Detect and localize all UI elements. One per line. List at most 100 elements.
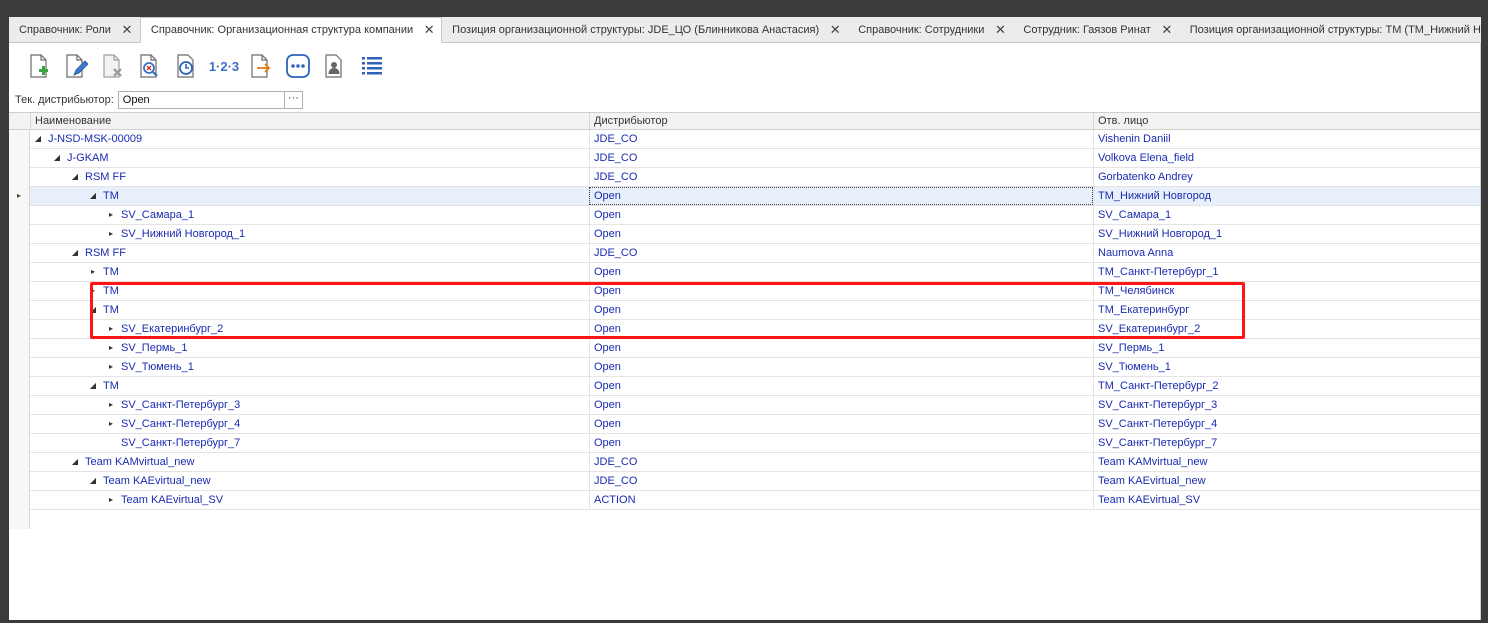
cell-distributor[interactable]: Open [589, 282, 1093, 300]
cell-responsible[interactable]: ТМ_Санкт-Петербург_1 [1093, 263, 1481, 281]
close-icon[interactable]: ✕ [829, 22, 841, 38]
table-row[interactable]: ▸ SV_Санкт-Петербург_3 Open SV_Санкт-Петерб… [30, 396, 1481, 415]
cell-name[interactable]: ◢ Team KAEvirtual_new [30, 472, 589, 490]
table-row[interactable]: ▸ SV_Самара_1 Open SV_Самара_1 [30, 206, 1481, 225]
employee-card-button[interactable] [317, 50, 353, 82]
tab-3[interactable]: Справочник: Сотрудники ✕ [848, 17, 1013, 42]
export-button[interactable] [243, 50, 279, 82]
cell-responsible[interactable]: SV_Тюмень_1 [1093, 358, 1481, 376]
cell-distributor[interactable]: JDE_CO [589, 130, 1093, 148]
cell-responsible[interactable]: ТМ_Санкт-Петербург_2 [1093, 377, 1481, 395]
column-header-name[interactable]: Наименование [30, 113, 589, 130]
cell-distributor[interactable]: JDE_CO [589, 453, 1093, 471]
expand-icon[interactable]: ▸ [87, 282, 99, 300]
expand-icon[interactable]: ▸ [105, 225, 117, 243]
cell-name[interactable]: ◢ Team KAMvirtual_new [30, 453, 589, 471]
cell-name[interactable]: ◢ J-GKAM [30, 149, 589, 167]
collapse-icon[interactable]: ◢ [87, 472, 99, 490]
expand-icon[interactable]: ▸ [105, 358, 117, 376]
cell-responsible[interactable]: SV_Санкт-Петербург_4 [1093, 415, 1481, 433]
close-icon[interactable]: ✕ [121, 22, 133, 38]
cell-name[interactable]: ▸ Team KAEvirtual_SV [30, 491, 589, 509]
table-row[interactable]: ◢ RSM FF JDE_CO Naumova Anna [30, 244, 1481, 263]
table-row[interactable]: ▸ TM Open ТМ_Санкт-Петербург_1 [30, 263, 1481, 282]
cell-responsible[interactable]: SV_Санкт-Петербург_7 [1093, 434, 1481, 452]
cell-responsible[interactable]: Vishenin Daniil [1093, 130, 1481, 148]
cell-distributor[interactable]: JDE_CO [589, 244, 1093, 262]
cell-distributor[interactable]: Open [589, 225, 1093, 243]
column-header-distributor[interactable]: Дистрибьютор [589, 113, 1093, 130]
cell-distributor[interactable]: Open [589, 206, 1093, 224]
close-icon[interactable]: ✕ [994, 22, 1006, 38]
cell-distributor[interactable]: Open [589, 263, 1093, 281]
cell-responsible[interactable]: Gorbatenko Andrey [1093, 168, 1481, 186]
collapse-icon[interactable]: ◢ [69, 168, 81, 186]
table-row[interactable]: ▸ SV_Нижний Новгород_1 Open SV_Нижний Новго… [30, 225, 1481, 244]
cell-name[interactable]: ▸ SV_Санкт-Петербург_3 [30, 396, 589, 414]
distributor-field[interactable]: Open ··· [117, 91, 303, 109]
table-row[interactable]: ▸ TM Open ТМ_Челябинск [30, 282, 1481, 301]
cell-name[interactable]: SV_Санкт-Петербург_7 [30, 434, 589, 452]
cell-distributor[interactable]: Open [589, 320, 1093, 338]
tab-0[interactable]: Справочник: Роли ✕ [9, 17, 140, 42]
table-row[interactable]: ◢ RSM FF JDE_CO Gorbatenko Andrey [30, 168, 1481, 187]
cell-name[interactable]: ▸ TM [30, 263, 589, 281]
cell-distributor[interactable]: JDE_CO [589, 168, 1093, 186]
table-row[interactable]: ▸ Team KAEvirtual_SV ACTION Team KAEvirtual… [30, 491, 1481, 510]
cell-distributor[interactable]: JDE_CO [589, 149, 1093, 167]
list-view-button[interactable] [354, 50, 390, 82]
cell-responsible[interactable]: ТМ_Челябинск [1093, 282, 1481, 300]
cell-name[interactable]: ◢ TM [30, 377, 589, 395]
collapse-icon[interactable]: ◢ [87, 301, 99, 319]
cell-responsible[interactable]: ТМ_Нижний Новгород [1093, 187, 1481, 205]
edit-record-button[interactable] [58, 50, 94, 82]
cell-responsible[interactable]: SV_Санкт-Петербург_3 [1093, 396, 1481, 414]
cell-name[interactable]: ▸ SV_Самара_1 [30, 206, 589, 224]
cell-distributor[interactable]: Open [589, 396, 1093, 414]
cell-distributor[interactable]: ACTION [589, 491, 1093, 509]
expand-icon[interactable]: ▸ [105, 396, 117, 414]
table-row[interactable]: SV_Санкт-Петербург_7 Open SV_Санкт-Петербу… [30, 434, 1481, 453]
expand-icon[interactable]: ▸ [105, 415, 117, 433]
cell-responsible[interactable]: SV_Нижний Новгород_1 [1093, 225, 1481, 243]
table-row[interactable]: ◢ Team KAEvirtual_new JDE_CO Team KAEvirtua… [30, 472, 1481, 491]
table-row[interactable]: ◢ TM Open ТМ_Нижний Новгород [30, 187, 1481, 206]
table-row[interactable]: ▸ SV_Пермь_1 Open SV_Пермь_1 [30, 339, 1481, 358]
collapse-icon[interactable]: ◢ [87, 187, 99, 205]
cell-responsible[interactable]: Team KAMvirtual_new [1093, 453, 1481, 471]
cell-distributor[interactable]: Open [589, 377, 1093, 395]
table-row[interactable]: ◢ Team KAMvirtual_new JDE_CO Team KAMvirtua… [30, 453, 1481, 472]
expand-icon[interactable]: ▸ [105, 320, 117, 338]
cell-distributor[interactable]: JDE_CO [589, 472, 1093, 490]
table-row[interactable]: ◢ J-GKAM JDE_CO Volkova Elena_field [30, 149, 1481, 168]
table-row[interactable]: ▸ SV_Екатеринбург_2 Open SV_Екатеринбург_2 [30, 320, 1481, 339]
close-icon[interactable]: ✕ [423, 22, 435, 38]
search-record-button[interactable] [132, 50, 168, 82]
cell-name[interactable]: ▸ SV_Пермь_1 [30, 339, 589, 357]
table-row[interactable]: ▸ SV_Тюмень_1 Open SV_Тюмень_1 [30, 358, 1481, 377]
expand-icon[interactable]: ▸ [87, 263, 99, 281]
cell-name[interactable]: ▸ SV_Тюмень_1 [30, 358, 589, 376]
cell-distributor[interactable]: Open [589, 434, 1093, 452]
cell-responsible[interactable]: Team KAEvirtual_SV [1093, 491, 1481, 509]
cell-name[interactable]: ▸ SV_Нижний Новгород_1 [30, 225, 589, 243]
cell-responsible[interactable]: Naumova Anna [1093, 244, 1481, 262]
expand-icon[interactable]: ▸ [105, 491, 117, 509]
table-row[interactable]: ◢ TM Open ТМ_Екатеринбург [30, 301, 1481, 320]
cell-responsible[interactable]: Team KAEvirtual_new [1093, 472, 1481, 490]
cell-responsible[interactable]: SV_Екатеринбург_2 [1093, 320, 1481, 338]
cell-name[interactable]: ◢ RSM FF [30, 168, 589, 186]
distributor-value[interactable]: Open [119, 94, 284, 106]
collapse-icon[interactable]: ◢ [69, 453, 81, 471]
cell-distributor[interactable]: Open [589, 358, 1093, 376]
more-button[interactable] [280, 50, 316, 82]
cell-responsible[interactable]: SV_Пермь_1 [1093, 339, 1481, 357]
collapse-icon[interactable]: ◢ [69, 244, 81, 262]
distributor-browse-button[interactable]: ··· [283, 92, 302, 108]
close-icon[interactable]: ✕ [1161, 22, 1173, 38]
table-row[interactable]: ▸ SV_Санкт-Петербург_4 Open SV_Санкт-Петерб… [30, 415, 1481, 434]
collapse-icon[interactable]: ◢ [51, 149, 63, 167]
column-header-responsible[interactable]: Отв. лицо [1093, 113, 1481, 130]
cell-name[interactable]: ▸ SV_Санкт-Петербург_4 [30, 415, 589, 433]
cell-distributor[interactable]: Open [589, 187, 1093, 205]
